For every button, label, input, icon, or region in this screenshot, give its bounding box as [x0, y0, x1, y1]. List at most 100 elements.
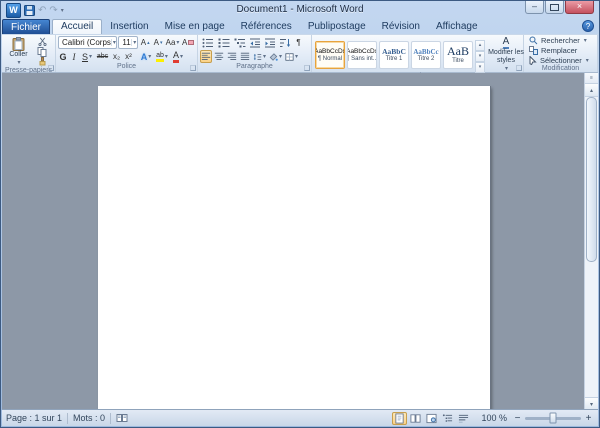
align-right-button[interactable] [226, 50, 238, 63]
grow-font-button[interactable]: A▴ [139, 36, 151, 49]
increase-indent-button[interactable] [263, 36, 277, 49]
numbering-button[interactable] [216, 36, 231, 49]
window-title: Document1 - Microsoft Word [1, 4, 599, 15]
save-icon[interactable] [24, 5, 35, 16]
ribbon-tab-bar: Fichier Accueil Insertion Mise en page R… [2, 19, 598, 34]
bold-button[interactable]: G [58, 50, 68, 63]
zoom-out-button[interactable]: − [512, 413, 523, 424]
style-scroll-down-icon[interactable]: ▾ [475, 51, 485, 62]
find-button[interactable]: Rechercher ▾ [529, 36, 595, 45]
highlight-color-button[interactable]: ab▾ [154, 50, 170, 63]
style-item-titre2[interactable]: AaBbCc Titre 2 [411, 41, 441, 69]
group-font: Calibri (Corps ▾ 11 ▾ A▴ A▾ Aa▾ A G [56, 35, 198, 72]
print-layout-view-button[interactable] [392, 412, 407, 425]
line-spacing-button[interactable]: ▾ [252, 50, 267, 63]
clear-formatting-button[interactable]: A [181, 36, 195, 49]
select-button[interactable]: Sélectionner ▾ [529, 56, 595, 65]
copy-button[interactable] [33, 47, 51, 56]
status-bar: Page : 1 sur 1 Mots : 0 100 % − [2, 409, 598, 426]
fullscreen-reading-view-button[interactable] [408, 412, 423, 425]
cut-button[interactable] [33, 37, 51, 46]
text-effects-button[interactable]: A▾ [139, 50, 153, 63]
tab-publipostage[interactable]: Publipostage [300, 20, 374, 34]
style-item-titre1[interactable]: AaBbC Titre 1 [379, 41, 409, 69]
quick-access-toolbar: W ↶ ↷ ▾ [6, 3, 64, 18]
superscript-button[interactable]: x² [123, 50, 134, 63]
scroll-down-icon: ▾ [590, 401, 593, 408]
paste-dropdown-icon: ▾ [17, 59, 20, 66]
font-color-button[interactable]: A▾ [171, 50, 185, 63]
vertical-scrollbar[interactable]: ≡ ▴ ▾ [584, 73, 598, 410]
proofing-status-icon[interactable] [116, 413, 128, 423]
style-dialog-launcher[interactable] [516, 65, 522, 71]
tab-references[interactable]: Références [233, 20, 300, 34]
paste-label: Coller [9, 51, 27, 59]
zoom-level-label[interactable]: 100 % [481, 413, 507, 423]
scroll-up-button[interactable]: ▴ [585, 84, 598, 97]
redo-icon[interactable]: ↷ [49, 4, 57, 17]
underline-button[interactable]: S▾ [80, 50, 94, 63]
title-bar: Document1 - Microsoft Word W ↶ ↷ ▾ – × [1, 1, 599, 19]
minimize-button[interactable]: – [525, 1, 544, 14]
tab-mise-en-page[interactable]: Mise en page [157, 20, 233, 34]
close-button[interactable]: × [565, 1, 594, 14]
document-page[interactable] [98, 86, 490, 410]
style-item-titre[interactable]: AaB Titre [443, 41, 473, 69]
font-size-combobox[interactable]: 11 ▾ [118, 36, 138, 49]
tab-revision[interactable]: Révision [374, 20, 428, 34]
maximize-button[interactable] [545, 1, 564, 14]
page-count-label[interactable]: Page : 1 sur 1 [6, 413, 62, 423]
word-count-label[interactable]: Mots : 0 [73, 413, 105, 423]
undo-icon[interactable]: ↶ [38, 4, 46, 17]
borders-button[interactable]: ▾ [284, 50, 299, 63]
scrollbar-thumb[interactable] [586, 97, 597, 262]
ruler-toggle-button[interactable]: ≡ [585, 73, 598, 84]
qat-customize-chevron-icon[interactable]: ▾ [61, 7, 64, 14]
change-case-button[interactable]: Aa▾ [165, 36, 180, 49]
tab-accueil[interactable]: Accueil [52, 19, 102, 34]
font-size-dropdown-icon[interactable]: ▾ [131, 39, 136, 46]
replace-button[interactable]: Remplacer [529, 46, 595, 55]
word-logo-icon[interactable]: W [6, 3, 21, 18]
font-name-combobox[interactable]: Calibri (Corps ▾ [58, 36, 117, 49]
outline-view-button[interactable] [440, 412, 455, 425]
zoom-slider-thumb[interactable] [550, 413, 557, 424]
align-left-button[interactable] [200, 50, 212, 63]
style-item-normal[interactable]: AaBbCcDx ¶ Normal [315, 41, 345, 69]
bullets-button[interactable] [200, 36, 215, 49]
document-area[interactable] [2, 73, 584, 410]
tab-affichage[interactable]: Affichage [428, 20, 486, 34]
font-dialog-launcher[interactable] [190, 65, 196, 71]
maximize-icon [550, 4, 559, 11]
shrink-font-button[interactable]: A▾ [152, 36, 164, 49]
italic-button[interactable]: I [69, 50, 79, 63]
multilevel-list-button[interactable] [232, 36, 247, 49]
sort-button[interactable] [278, 36, 292, 49]
font-name-dropdown-icon[interactable]: ▾ [111, 39, 116, 46]
draft-view-button[interactable] [456, 412, 471, 425]
subscript-button[interactable]: x₂ [111, 50, 122, 63]
shading-button[interactable]: ▾ [268, 50, 283, 63]
align-center-button[interactable] [213, 50, 225, 63]
show-marks-button[interactable]: ¶ [293, 36, 304, 49]
zoom-in-button[interactable]: + [583, 413, 594, 424]
tab-fichier[interactable]: Fichier [2, 19, 50, 34]
clipboard-dialog-launcher[interactable] [48, 65, 54, 71]
strikethrough-button[interactable]: abc [95, 50, 110, 63]
ribbon: Coller ▾ Presse-papiers [2, 34, 598, 73]
font-size-value: 11 [122, 38, 130, 47]
style-gallery-more-icon[interactable]: ▾ [475, 62, 485, 73]
decrease-indent-button[interactable] [248, 36, 262, 49]
paste-button[interactable]: Coller ▾ [4, 36, 33, 67]
help-button[interactable]: ? [582, 20, 594, 32]
zoom-slider[interactable] [525, 417, 581, 420]
justify-button[interactable] [239, 50, 251, 63]
paragraph-dialog-launcher[interactable] [304, 65, 310, 71]
replace-icon [529, 46, 538, 55]
style-item-sans-interligne[interactable]: AaBbCcDx ¶ Sans int... [347, 41, 377, 69]
font-name-value: Calibri (Corps [62, 38, 111, 47]
group-clipboard: Coller ▾ Presse-papiers [2, 35, 56, 72]
style-scroll-up-icon[interactable]: ▴ [475, 40, 485, 51]
tab-insertion[interactable]: Insertion [102, 20, 156, 34]
web-layout-view-button[interactable] [424, 412, 439, 425]
